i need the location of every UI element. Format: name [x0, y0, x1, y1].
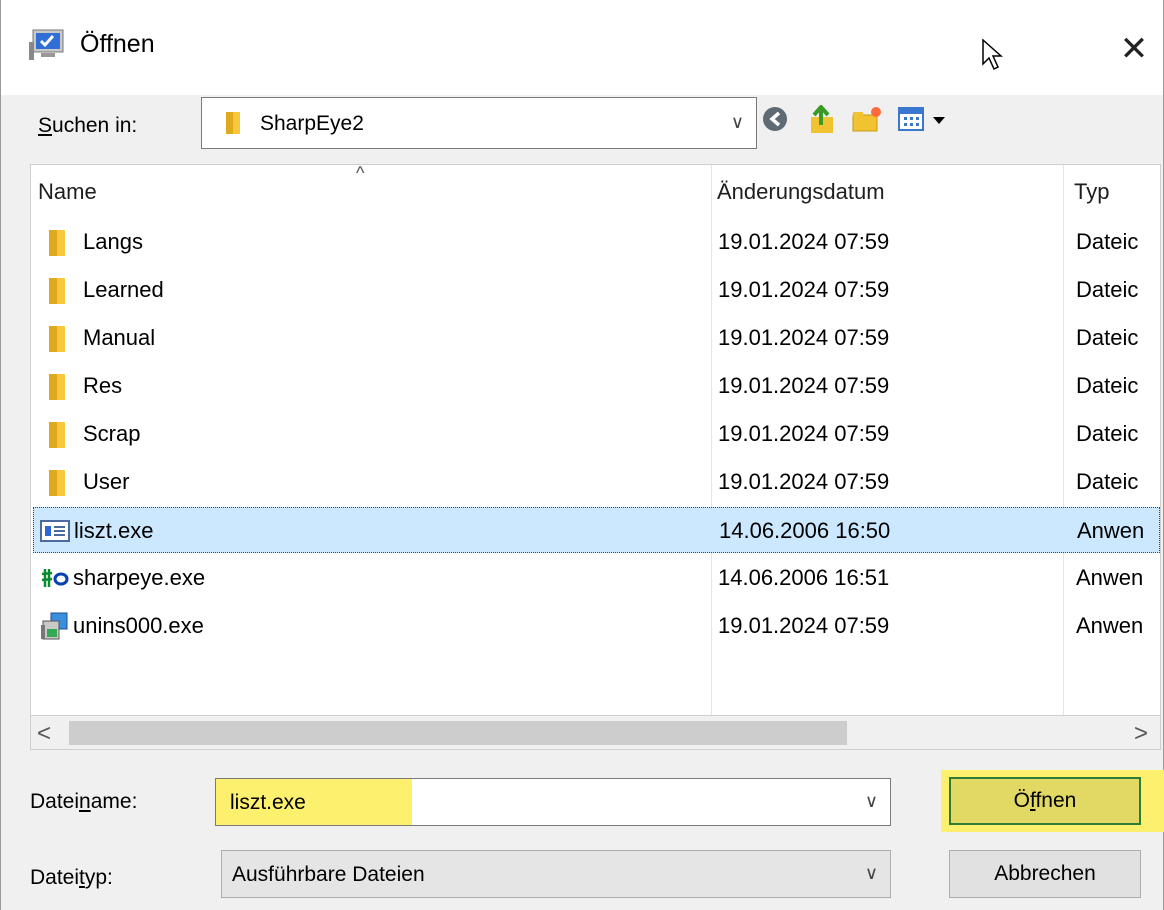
file-type-label-prefix: Datei	[30, 866, 80, 889]
scrollbar-thumb[interactable]	[69, 721, 847, 745]
file-date: 14.06.2006 16:50	[719, 518, 891, 543]
view-menu-icon[interactable]	[897, 105, 955, 135]
file-row[interactable]: Langs 19.01.2024 07:59 Dateic	[33, 219, 1160, 265]
file-type: Anwen	[1077, 518, 1145, 543]
file-name-label-accel: n	[79, 790, 91, 813]
scroll-left-icon[interactable]: <	[37, 720, 51, 748]
file-name: Scrap	[83, 421, 141, 446]
folder-icon	[226, 112, 240, 134]
file-row-selected[interactable]: liszt.exe 14.06.2006 16:50 Anwen	[33, 507, 1160, 553]
file-type-label: Dateityp:	[30, 866, 113, 890]
close-icon: ✕	[1119, 30, 1149, 68]
file-list[interactable]: ^ Name Änderungsdatum Typ Langs 19.01.20…	[30, 164, 1161, 716]
file-name: liszt.exe	[74, 518, 154, 543]
file-date: 19.01.2024 07:59	[718, 373, 890, 398]
file-type: Dateic	[1076, 277, 1139, 302]
back-icon[interactable]	[761, 105, 789, 133]
folder-icon	[49, 470, 65, 496]
file-date: 19.01.2024 07:59	[718, 277, 890, 302]
folder-icon	[49, 422, 65, 448]
file-name-combobox[interactable]: liszt.exe ∨	[215, 778, 891, 826]
file-type: Anwen	[1076, 613, 1144, 638]
app-window-icon	[40, 520, 70, 542]
scroll-right-icon[interactable]: >	[1134, 720, 1148, 748]
open-dialog: Öffnen ✕ Suchen in: SharpEye2 ∨ ^ Name Ä…	[0, 0, 1164, 910]
file-row[interactable]: Scrap 19.01.2024 07:59 Dateic	[33, 411, 1160, 457]
file-row[interactable]: Manual 19.01.2024 07:59 Dateic	[33, 315, 1160, 361]
file-name: Learned	[83, 277, 164, 302]
look-in-label: Suchen in:	[38, 114, 137, 138]
file-type-label-rest: yp:	[84, 866, 113, 889]
close-button[interactable]: ✕	[1111, 26, 1157, 72]
folder-icon	[49, 374, 65, 400]
file-name-label-prefix: Datei	[30, 790, 80, 813]
look-in-label-rest: uchen in:	[52, 114, 138, 137]
dialog-title: Öffnen	[80, 30, 155, 58]
sort-ascending-icon: ^	[356, 164, 365, 183]
file-name: Manual	[83, 325, 156, 350]
file-type: Dateic	[1076, 373, 1139, 398]
folder-icon	[49, 326, 65, 352]
cancel-button[interactable]: Abbrechen	[949, 850, 1141, 898]
sharpeye-icon	[41, 569, 69, 587]
file-name-input[interactable]: liszt.exe	[230, 791, 306, 815]
look-in-value: SharpEye2	[260, 112, 364, 135]
file-date: 19.01.2024 07:59	[718, 421, 890, 446]
file-name: Langs	[83, 229, 143, 254]
file-name-label: Dateiname:	[30, 790, 137, 814]
file-row[interactable]: Res 19.01.2024 07:59 Dateic	[33, 363, 1160, 409]
file-type-value: Ausführbare Dateien	[232, 863, 425, 886]
file-date: 19.01.2024 07:59	[718, 613, 890, 638]
column-header-date[interactable]: Änderungsdatum	[717, 179, 885, 205]
file-type: Anwen	[1076, 565, 1144, 590]
file-row[interactable]: Learned 19.01.2024 07:59 Dateic	[33, 267, 1160, 313]
new-folder-icon[interactable]	[851, 105, 883, 135]
column-header-name[interactable]: Name	[38, 179, 97, 205]
column-header-type[interactable]: Typ	[1074, 179, 1109, 205]
chevron-down-icon[interactable]: ∨	[731, 112, 744, 133]
app-monitor-icon	[29, 29, 64, 60]
file-date: 19.01.2024 07:59	[718, 325, 890, 350]
open-button[interactable]: Öffnen	[949, 777, 1141, 825]
file-type: Dateic	[1076, 469, 1139, 494]
file-type-select[interactable]: Ausführbare Dateien ∨	[221, 850, 891, 898]
folder-icon	[49, 230, 65, 256]
file-date: 19.01.2024 07:59	[718, 229, 890, 254]
file-name: unins000.exe	[73, 613, 204, 638]
open-label-prefix: Ö	[1013, 789, 1030, 812]
file-type: Dateic	[1076, 229, 1139, 254]
file-name-label-rest: ame:	[90, 790, 138, 813]
file-row[interactable]: sharpeye.exe 14.06.2006 16:51 Anwen	[33, 555, 1160, 601]
folder-icon	[49, 278, 65, 304]
look-in-combobox[interactable]: SharpEye2 ∨	[201, 97, 757, 149]
up-folder-icon[interactable]	[807, 105, 839, 135]
look-in-label-accel: S	[38, 114, 53, 137]
mouse-cursor-icon	[982, 38, 1003, 71]
file-name: User	[83, 469, 130, 494]
file-date: 19.01.2024 07:59	[718, 469, 890, 494]
file-date: 14.06.2006 16:51	[718, 565, 890, 590]
title-bar: Öffnen ✕	[1, 0, 1163, 95]
file-type: Dateic	[1076, 325, 1139, 350]
file-row[interactable]: User 19.01.2024 07:59 Dateic	[33, 459, 1160, 505]
horizontal-scrollbar[interactable]: < >	[30, 716, 1161, 750]
file-type: Dateic	[1076, 421, 1139, 446]
file-row[interactable]: unins000.exe 19.01.2024 07:59 Anwen	[33, 603, 1160, 649]
open-label-rest: fnen	[1035, 789, 1077, 812]
file-name: Res	[83, 373, 123, 398]
file-name: sharpeye.exe	[73, 565, 206, 590]
chevron-down-icon[interactable]: ∨	[865, 791, 878, 812]
chevron-down-icon[interactable]: ∨	[865, 863, 878, 884]
uninstaller-icon	[41, 612, 68, 640]
